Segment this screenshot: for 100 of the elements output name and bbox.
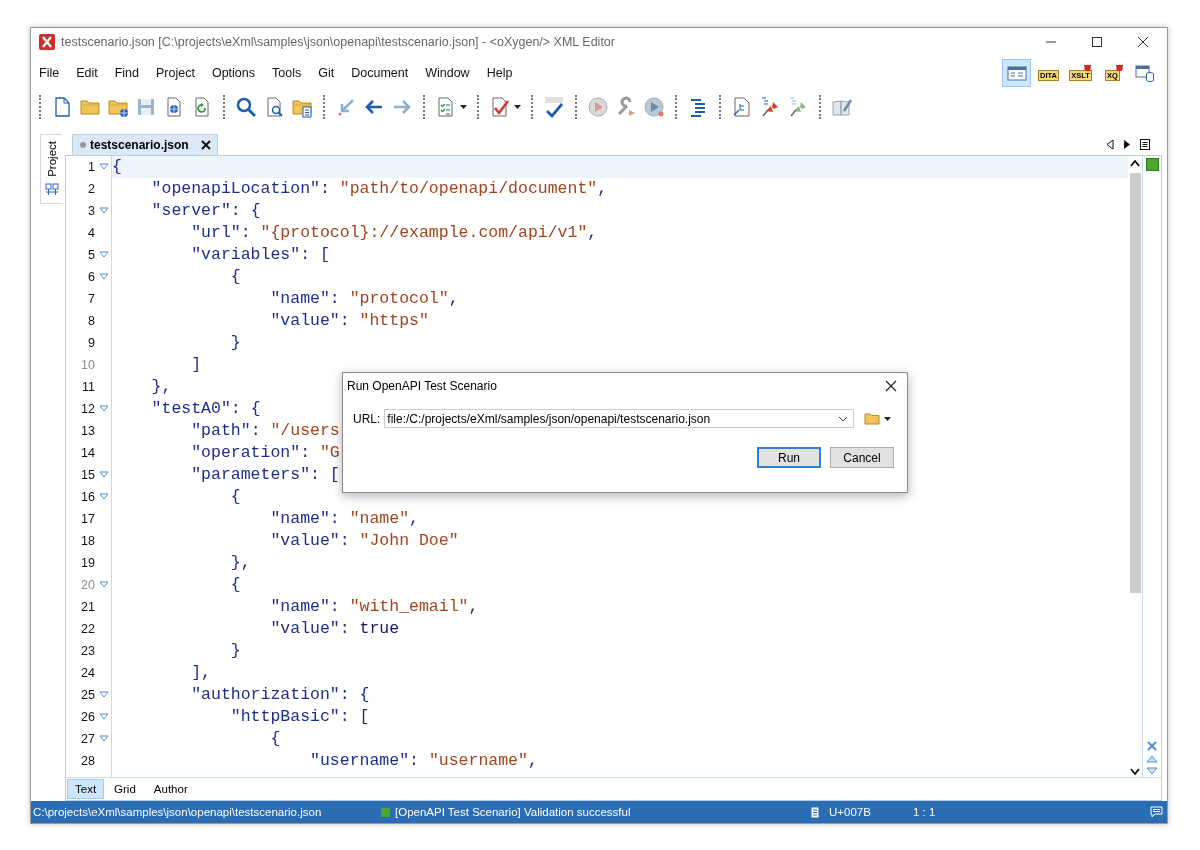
scroll-up-icon[interactable] [1130,159,1140,167]
menu-item[interactable]: Window [425,65,470,80]
comment-icon[interactable] [1150,806,1163,818]
code-line: "username": "username", [309,751,538,771]
menu-item[interactable]: Git [318,65,335,80]
fold-icon[interactable] [98,691,109,699]
code-line: "variables": [ [190,245,330,265]
menu-item[interactable]: Project [156,65,195,80]
url-label: URL: [353,411,381,426]
mode-tab[interactable]: Text [67,779,105,800]
previous-icon[interactable] [1146,755,1158,764]
caret-icon[interactable] [884,416,892,421]
fold-icon[interactable] [98,163,109,171]
menu-item[interactable]: Help [486,65,513,80]
tree-document-icon[interactable] [731,95,753,118]
editor-tab[interactable]: testscenario.json [72,133,218,155]
menu-item[interactable]: Options [211,65,256,80]
next-icon[interactable] [1146,767,1158,776]
close-icon[interactable] [885,380,897,392]
document-icon [811,806,819,818]
file-path: C:\projects\eXml\samples\json\openapi\testscenario.json [33,806,323,818]
line-number: 1 [87,159,95,174]
fold-icon[interactable] [98,251,109,259]
app-logo-icon [39,34,55,50]
code-line: ], [190,663,212,683]
project-tree-icon [44,182,59,197]
line-number: 17 [80,511,95,526]
close-icon[interactable] [200,139,211,150]
dialog-button[interactable]: Run [757,447,821,468]
maximize-icon[interactable] [1091,36,1103,48]
scrollbar-thumb[interactable] [1129,172,1141,593]
line-number: 20 [80,577,95,592]
menu-item[interactable]: Edit [76,65,98,80]
window-title: testscenario.json [C:\projects\eXml\samples\json\openapi\testscenario.json] - <oXygen/> XML Editor [61,35,615,49]
debug-play-icon[interactable] [643,95,665,118]
faded-pin-icon[interactable] [787,95,809,118]
line-number: 3 [87,203,95,218]
fold-icon[interactable] [98,273,109,281]
layout-icon [1006,64,1027,81]
code-line: }, [229,553,251,573]
code-line: "url": "{protocol}://example.com/api/v1", [190,223,598,243]
line-number: 10 [80,357,95,372]
code-line: "parameters": [ [190,465,340,485]
line-number: 5 [87,247,95,262]
mode-tab[interactable]: Author [145,779,196,800]
right-arrow-icon[interactable] [1123,138,1131,150]
code-line: "server": { [150,201,261,221]
menu-item[interactable]: Document [351,65,409,80]
fold-icon[interactable] [98,207,109,215]
menu-item[interactable]: File [39,65,60,80]
list-icon[interactable] [1140,138,1150,150]
wrench-icon[interactable] [615,95,637,118]
code-line: "name": "protocol", [269,289,459,309]
line-number: 4 [87,225,95,240]
line-number: 11 [81,379,95,394]
side-panel-tab[interactable]: Project [40,133,62,204]
side-panel-label: Project [44,140,59,177]
perspective-button[interactable] [1002,58,1031,87]
spell-check-icon[interactable] [543,95,565,118]
fold-icon[interactable] [98,471,109,479]
code-line: ] [190,355,202,375]
code-line: "value": true [269,619,400,639]
search-icon[interactable] [235,95,257,118]
menu-item[interactable]: Tools [272,65,302,80]
code-line: "value": "https" [269,311,429,331]
line-number: 24 [80,665,95,680]
code-line: "value": "John Doe" [269,531,459,551]
fold-icon[interactable] [98,405,109,413]
dialog-title: Run OpenAPI Test Scenario [347,379,497,393]
fold-icon[interactable] [98,581,109,589]
line-number: 9 [87,335,95,350]
caret-icon[interactable] [460,104,467,109]
pin-icon[interactable] [759,95,781,118]
fold-icon[interactable] [98,713,109,721]
line-number: 27 [80,731,95,746]
code-line: } [229,641,241,661]
menu-item[interactable]: Find [114,65,140,80]
left-arrow-icon[interactable] [1106,138,1114,150]
check-document-icon[interactable] [489,95,511,118]
play-circle-icon[interactable] [587,95,609,118]
scroll-down-icon[interactable] [1130,768,1140,776]
code-line: "authorization": { [190,685,370,705]
line-number: 19 [80,555,95,570]
line-number: 14 [80,445,95,460]
cursor-position: 1 : 1 [913,806,936,818]
code-line: "testA0": { [150,399,261,419]
line-number: 16 [80,489,95,504]
fold-icon[interactable] [98,735,109,743]
dialog-button[interactable]: Cancel [830,447,894,468]
url-combo-box[interactable]: file:/C:/projects/eXml/samples/json/openapi/testscenario.json [384,409,855,428]
code-line: } [229,333,241,353]
caret-icon[interactable] [514,104,521,109]
line-number: 2 [87,181,95,196]
code-line: "openapiLocation": "path/to/openapi/document", [150,179,608,199]
fold-icon[interactable] [98,493,109,501]
mode-tab[interactable]: Grid [106,779,144,800]
code-line: "name": "with_email", [269,597,479,617]
line-number: 25 [80,687,95,702]
code-line: { [229,575,241,595]
close-icon[interactable] [1137,36,1149,48]
